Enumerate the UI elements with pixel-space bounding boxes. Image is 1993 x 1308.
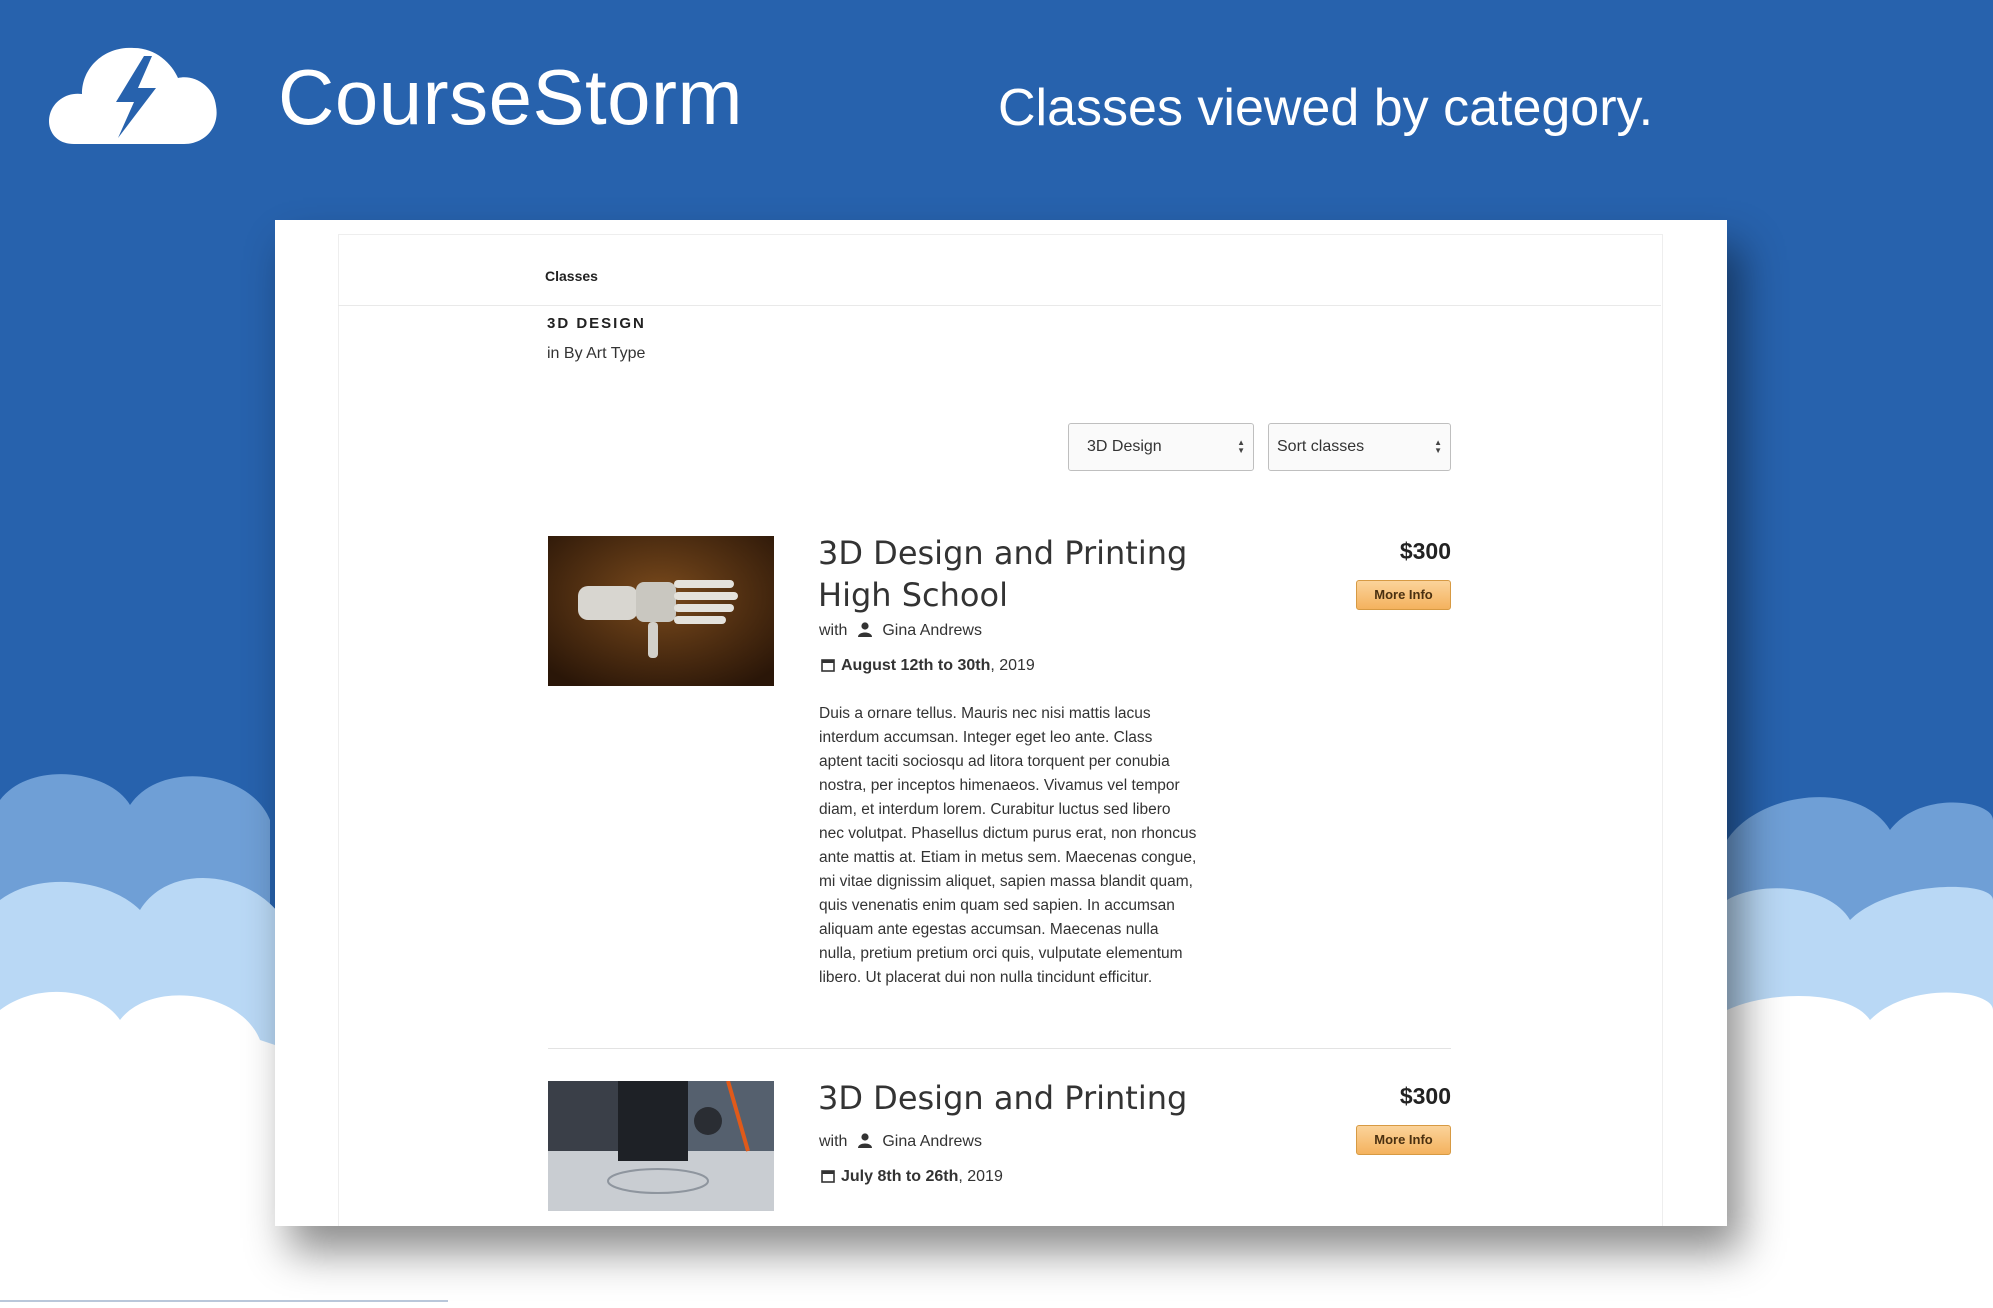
category-select-value: 3D Design xyxy=(1087,438,1162,455)
instructor-name[interactable]: Gina Andrews xyxy=(882,622,982,639)
breadcrumb[interactable]: Classes xyxy=(545,268,598,284)
dates-range: August 12th to 30th xyxy=(841,657,991,674)
category-title: 3D DESIGN xyxy=(547,315,646,332)
course-description: Duis a ornare tellus. Mauris nec nisi ma… xyxy=(819,705,1197,986)
course-title[interactable]: 3D Design and Printing High School xyxy=(818,532,1238,616)
course-title[interactable]: 3D Design and Printing xyxy=(818,1077,1238,1119)
tagline: Classes viewed by category. xyxy=(998,79,1654,137)
sort-select-value: Sort classes xyxy=(1277,438,1365,455)
dates-year: , 2019 xyxy=(958,1168,1003,1185)
instructor-line: with Gina Andrews xyxy=(819,1133,982,1151)
person-icon xyxy=(857,1133,872,1148)
category-parent: in By Art Type xyxy=(547,345,646,362)
select-arrows-icon: ▲ ▼ xyxy=(1434,438,1442,455)
more-info-button[interactable]: More Info xyxy=(1356,580,1451,610)
divider xyxy=(548,1048,1451,1049)
person-icon xyxy=(857,622,872,637)
calendar-icon xyxy=(821,1170,835,1183)
robotic-hand-photo[interactable] xyxy=(548,536,774,686)
category-select[interactable]: 3D Design ▲ ▼ xyxy=(1068,423,1254,471)
with-label: with xyxy=(819,622,848,639)
website-screenshot-panel: Classes 3D DESIGN in By Art Type 3D Desi… xyxy=(275,220,1727,1226)
3d-printer-photo[interactable] xyxy=(548,1081,774,1211)
brand-name: CourseStorm xyxy=(278,53,743,141)
select-arrows-icon: ▲ ▼ xyxy=(1237,438,1245,455)
bottom-rule xyxy=(0,1300,448,1302)
instructor-name[interactable]: Gina Andrews xyxy=(882,1133,982,1150)
course-dates: July 8th to 26th, 2019 xyxy=(821,1168,1003,1186)
more-info-button[interactable]: More Info xyxy=(1356,1125,1451,1155)
dates-range: July 8th to 26th xyxy=(841,1168,959,1185)
breadcrumb-bar xyxy=(338,235,1661,306)
cloud-lightning-icon xyxy=(49,47,217,145)
course-dates: August 12th to 30th, 2019 xyxy=(821,657,1035,675)
sort-select[interactable]: Sort classes ▲ ▼ xyxy=(1268,423,1451,471)
instructor-line: with Gina Andrews xyxy=(819,622,982,640)
calendar-icon xyxy=(821,659,835,672)
course-price: $300 xyxy=(1399,538,1451,564)
with-label: with xyxy=(819,1133,848,1150)
dates-year: , 2019 xyxy=(990,657,1035,674)
course-price: $300 xyxy=(1399,1083,1451,1109)
